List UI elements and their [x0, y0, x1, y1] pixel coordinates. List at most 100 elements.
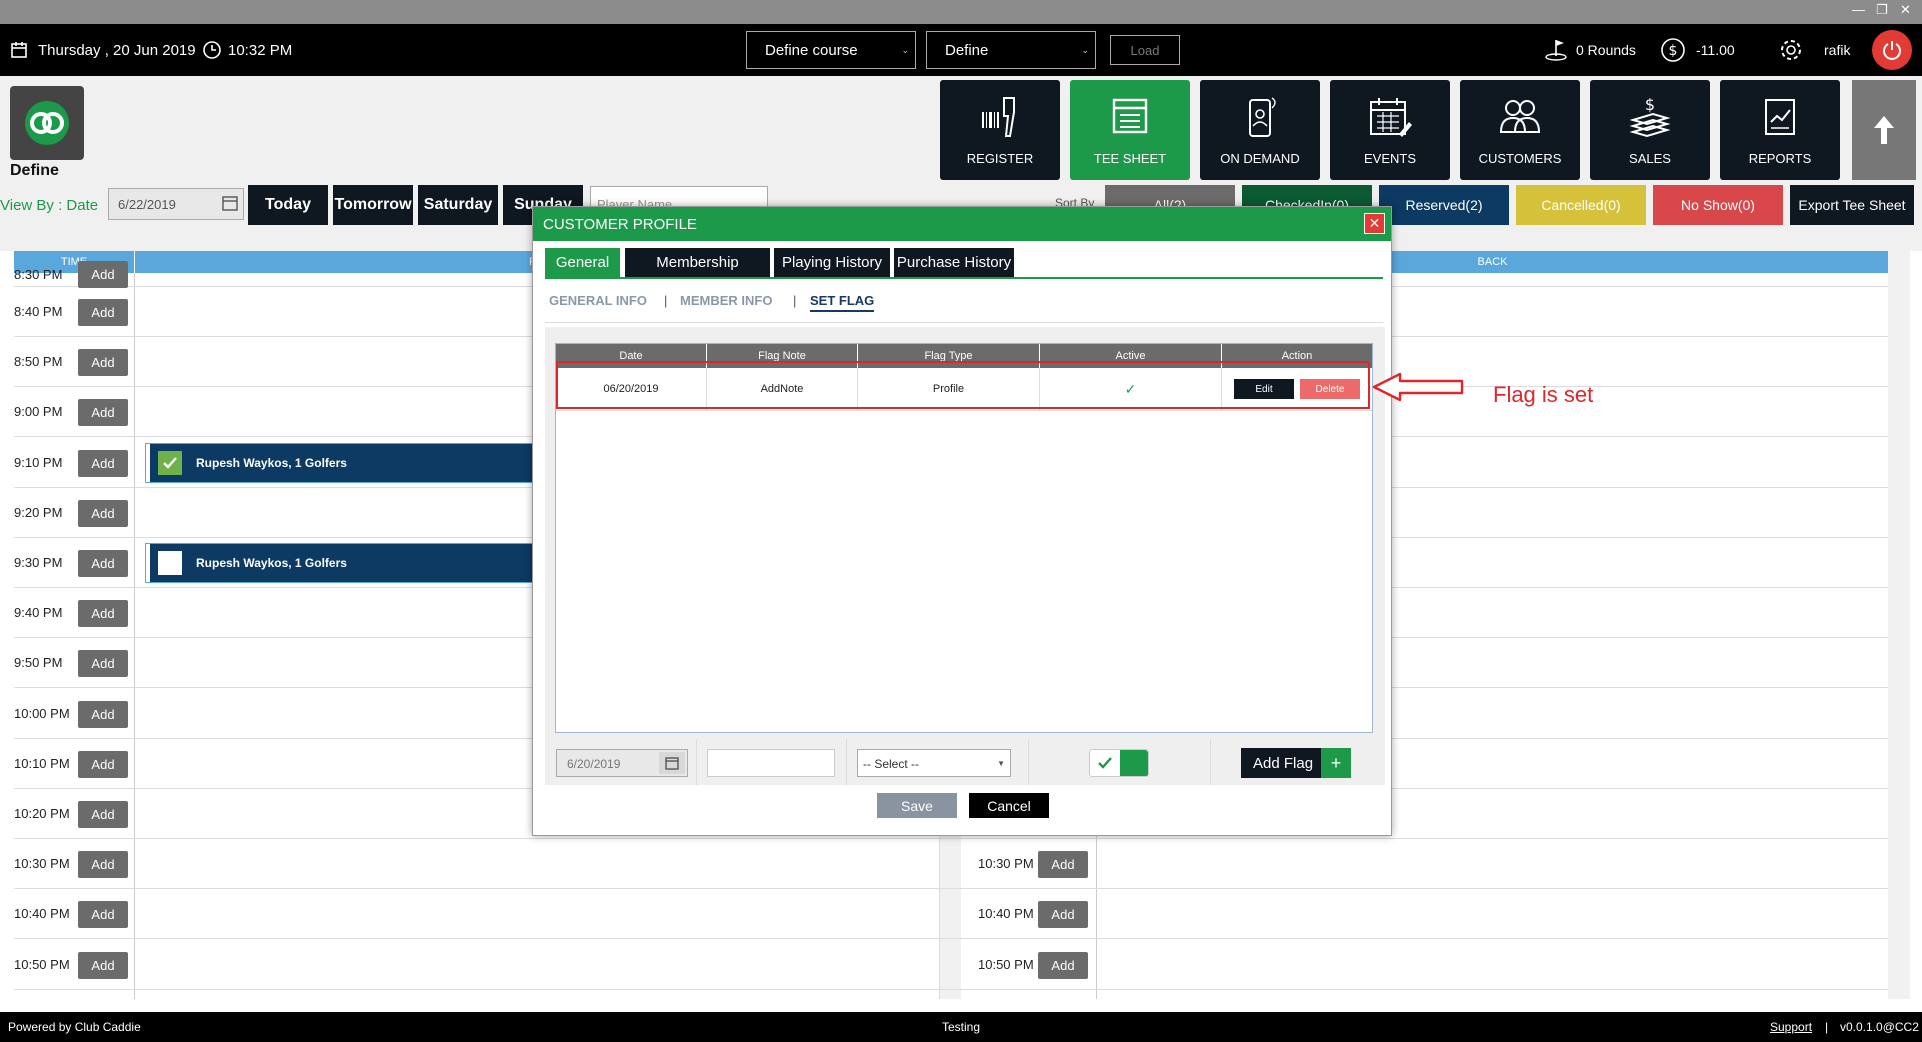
add-button[interactable]: Add	[78, 851, 128, 879]
load-button[interactable]: Load	[1110, 35, 1180, 65]
add-button[interactable]: Add	[78, 349, 128, 377]
back-time-label: 10:50 PM	[978, 956, 1034, 972]
time-label: 10:50 PM	[14, 956, 70, 972]
flag-type-select[interactable]: -- Select -- ▼	[857, 749, 1011, 777]
add-button[interactable]: Add	[78, 449, 128, 477]
nav-tee-sheet[interactable]: TEE SHEET	[1070, 80, 1190, 180]
nav-sales-label: SALES	[1629, 151, 1671, 166]
time-label: 8:40 PM	[14, 304, 63, 319]
back-add-button[interactable]: Add	[1038, 951, 1088, 979]
checkin-checkbox[interactable]	[158, 450, 182, 475]
environment-text: Testing	[942, 1020, 981, 1034]
nav-events[interactable]: EVENTS	[1330, 80, 1450, 180]
tab-general[interactable]: General	[545, 248, 620, 277]
subtab-general-info[interactable]: GENERAL INFO	[549, 293, 647, 308]
close-window-button[interactable]: ✕	[1900, 2, 1911, 18]
define-select[interactable]: Define ⌄	[926, 31, 1096, 69]
filter-cancelled[interactable]: Cancelled(0)	[1516, 185, 1646, 225]
tomorrow-button[interactable]: Tomorrow	[333, 185, 413, 225]
save-button[interactable]: Save	[877, 793, 957, 818]
support-link[interactable]: Support	[1770, 1020, 1812, 1034]
add-button[interactable]: Add	[78, 499, 128, 527]
tab-membership[interactable]: Membership	[625, 248, 770, 277]
powered-by-text: Powered by Club Caddie	[8, 1020, 141, 1034]
back-add-button[interactable]: Add	[1038, 851, 1088, 879]
power-icon	[1883, 41, 1901, 60]
add-button[interactable]: Add	[78, 261, 128, 288]
scroll-up-button[interactable]	[1852, 80, 1916, 180]
flag-note-input[interactable]	[707, 749, 835, 777]
user-name[interactable]: rafik	[1824, 24, 1850, 76]
tab-purchase-history[interactable]: Purchase History	[894, 248, 1014, 277]
barcode-scanner-icon	[982, 97, 1015, 137]
view-by-label: View By : Date	[0, 197, 99, 214]
nav-events-label: EVENTS	[1363, 151, 1416, 166]
time-row: 10:30 PM Add 10:30 PM Add	[14, 839, 1888, 890]
footer-bar: Powered by Club Caddie Testing Support |…	[0, 1012, 1922, 1042]
page-scrollbar[interactable]	[1888, 251, 1910, 999]
tab-playing-history[interactable]: Playing History	[774, 248, 890, 277]
add-button[interactable]: Add	[78, 550, 128, 577]
export-tee-sheet-button[interactable]: Export Tee Sheet	[1790, 185, 1914, 225]
filter-no-show[interactable]: No Show(0)	[1653, 185, 1783, 225]
time-label: 9:20 PM	[14, 504, 63, 520]
time-label: 8:30 PM	[14, 267, 63, 282]
flag-date-input[interactable]: 6/20/2019	[556, 749, 688, 777]
add-button[interactable]: Add	[78, 951, 128, 979]
restore-button[interactable]: ❐	[1876, 2, 1888, 18]
nav-register[interactable]: REGISTER	[940, 80, 1060, 180]
top-bar: Thursday , 20 Jun 2019 10:32 PM Define c…	[0, 24, 1922, 76]
flag-type-value: -- Select --	[863, 757, 920, 771]
back-add-button[interactable]: Add	[1038, 901, 1088, 929]
booking-card[interactable]: Rupesh Waykos, 1 Golfers	[145, 543, 547, 583]
settings-button[interactable]	[1778, 24, 1804, 76]
add-button[interactable]: Add	[78, 650, 128, 678]
subtab-member-info[interactable]: MEMBER INFO	[680, 293, 772, 308]
calendar-icon[interactable]	[659, 752, 685, 774]
flag-date-value: 6/20/2019	[567, 757, 621, 771]
toggle-on-indicator	[1120, 750, 1148, 776]
course-select[interactable]: Define course ⌄	[746, 31, 916, 69]
course-select-value: Define course	[765, 41, 858, 59]
time-text: 10:32 PM	[228, 41, 293, 59]
view-date-input[interactable]: 6/22/2019	[108, 188, 244, 220]
subtab-set-flag[interactable]: SET FLAG	[810, 293, 875, 312]
nav-on-demand[interactable]: ON DEMAND	[1200, 80, 1320, 180]
add-flag-label: Add Flag	[1253, 754, 1314, 772]
add-flag-cell: Add Flag +	[1211, 739, 1385, 785]
cancel-button[interactable]: Cancel	[969, 793, 1049, 818]
time-row: 10:50 PM Add 10:50 PM Add	[14, 940, 1888, 990]
booking-card[interactable]: Rupesh Waykos, 1 Golfers	[145, 442, 547, 483]
check-icon	[1098, 757, 1112, 769]
today-button[interactable]: Today	[248, 185, 328, 225]
svg-text:$: $	[1645, 95, 1655, 114]
add-button[interactable]: Add	[78, 801, 128, 828]
back-time-label: 10:40 PM	[978, 906, 1034, 922]
add-button[interactable]: Add	[78, 700, 128, 728]
add-button[interactable]: Add	[78, 750, 128, 778]
filter-reserved[interactable]: Reserved(2)	[1379, 185, 1509, 225]
flag-date-cell: 6/20/2019	[545, 739, 697, 785]
dollar-icon: $	[1661, 38, 1685, 62]
checkin-checkbox[interactable]	[158, 551, 182, 575]
add-button[interactable]: Add	[78, 399, 128, 427]
add-button[interactable]: Add	[78, 901, 128, 929]
close-icon[interactable]: ✕	[1364, 213, 1385, 234]
calendar-icon[interactable]	[221, 194, 239, 215]
power-button[interactable]	[1872, 30, 1912, 70]
nav-customers[interactable]: CUSTOMERS	[1460, 80, 1580, 180]
date-display: Thursday , 20 Jun 2019	[10, 24, 196, 76]
annotation-text: Flag is set	[1493, 382, 1594, 407]
svg-text:$: $	[1669, 43, 1678, 59]
active-toggle[interactable]	[1089, 749, 1149, 777]
check-icon	[163, 456, 177, 469]
saturday-button[interactable]: Saturday	[418, 185, 498, 225]
add-flag-button[interactable]: Add Flag +	[1241, 748, 1351, 778]
nav-sales[interactable]: $ SALES	[1590, 80, 1710, 180]
clock-icon	[203, 41, 221, 59]
minimize-button[interactable]: —	[1852, 2, 1865, 17]
nav-reports[interactable]: REPORTS	[1720, 80, 1840, 180]
add-button[interactable]: Add	[78, 299, 128, 326]
add-button[interactable]: Add	[78, 600, 128, 628]
time-label: 10:30 PM	[14, 856, 70, 872]
